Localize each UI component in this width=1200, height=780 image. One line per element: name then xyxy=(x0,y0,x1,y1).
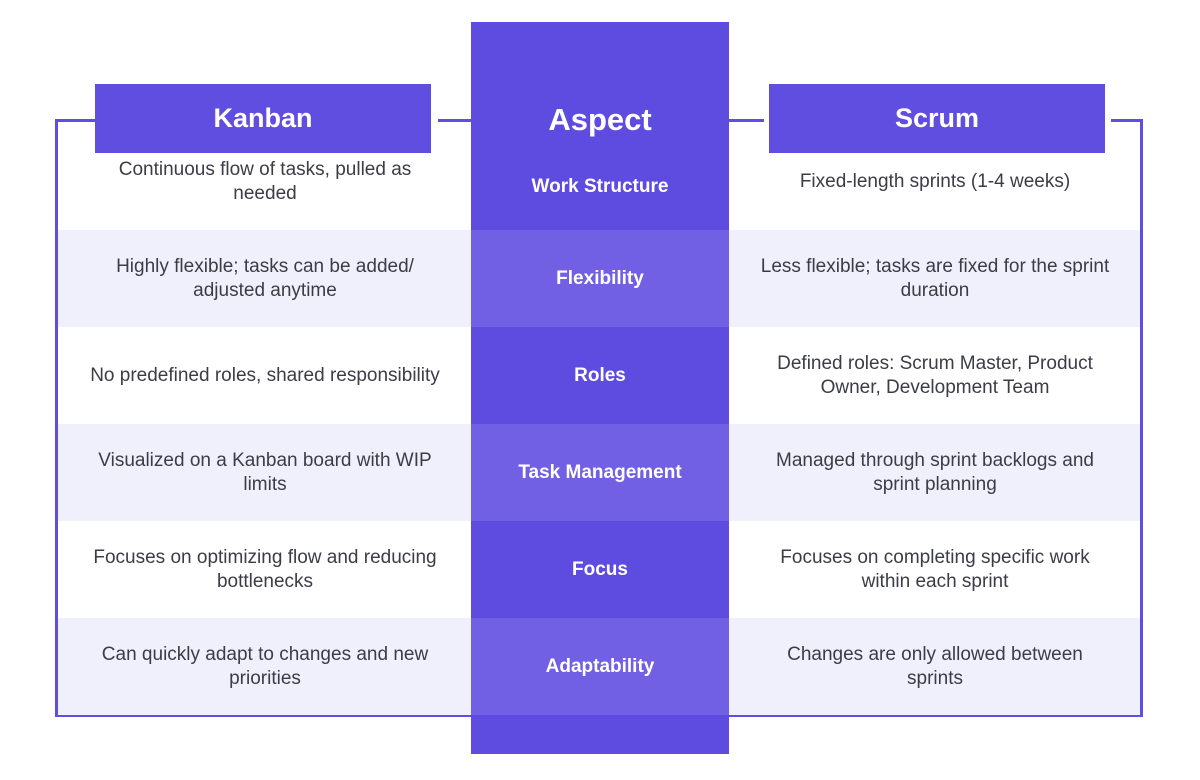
frame-connector-right xyxy=(1111,119,1143,122)
aspect-label: Adaptability xyxy=(471,618,729,715)
scrum-cell: Focuses on completing specific work with… xyxy=(780,546,1090,592)
kanban-header: Kanban xyxy=(95,84,431,153)
scrum-cell: Managed through sprint backlogs and spri… xyxy=(776,449,1094,495)
aspect-label: Roles xyxy=(574,364,626,386)
frame-connector-left xyxy=(55,119,95,122)
aspect-label: Work Structure xyxy=(531,175,669,197)
frame-connector-center-left xyxy=(438,119,471,122)
frame-connector-center-right xyxy=(729,119,764,122)
kanban-cell: Focuses on optimizing flow and reducing … xyxy=(93,546,437,592)
scrum-header: Scrum xyxy=(769,84,1105,153)
scrum-cell: Defined roles: Scrum Master, Product Own… xyxy=(777,352,1093,398)
scrum-cell: Changes are only allowed between sprints xyxy=(787,643,1083,689)
kanban-cell: Can quickly adapt to changes and new pri… xyxy=(101,643,429,689)
aspect-label: Flexibility xyxy=(471,230,729,327)
scrum-cell: Less flexible; tasks are fixed for the s… xyxy=(760,255,1110,301)
kanban-cell: No predefined roles, shared responsibili… xyxy=(90,364,440,386)
aspect-label: Focus xyxy=(572,558,628,580)
kanban-cell: Highly flexible; tasks can be added/ adj… xyxy=(116,255,414,301)
kanban-cell: Visualized on a Kanban board with WIP li… xyxy=(98,449,432,495)
aspect-label: Task Management xyxy=(471,424,729,521)
